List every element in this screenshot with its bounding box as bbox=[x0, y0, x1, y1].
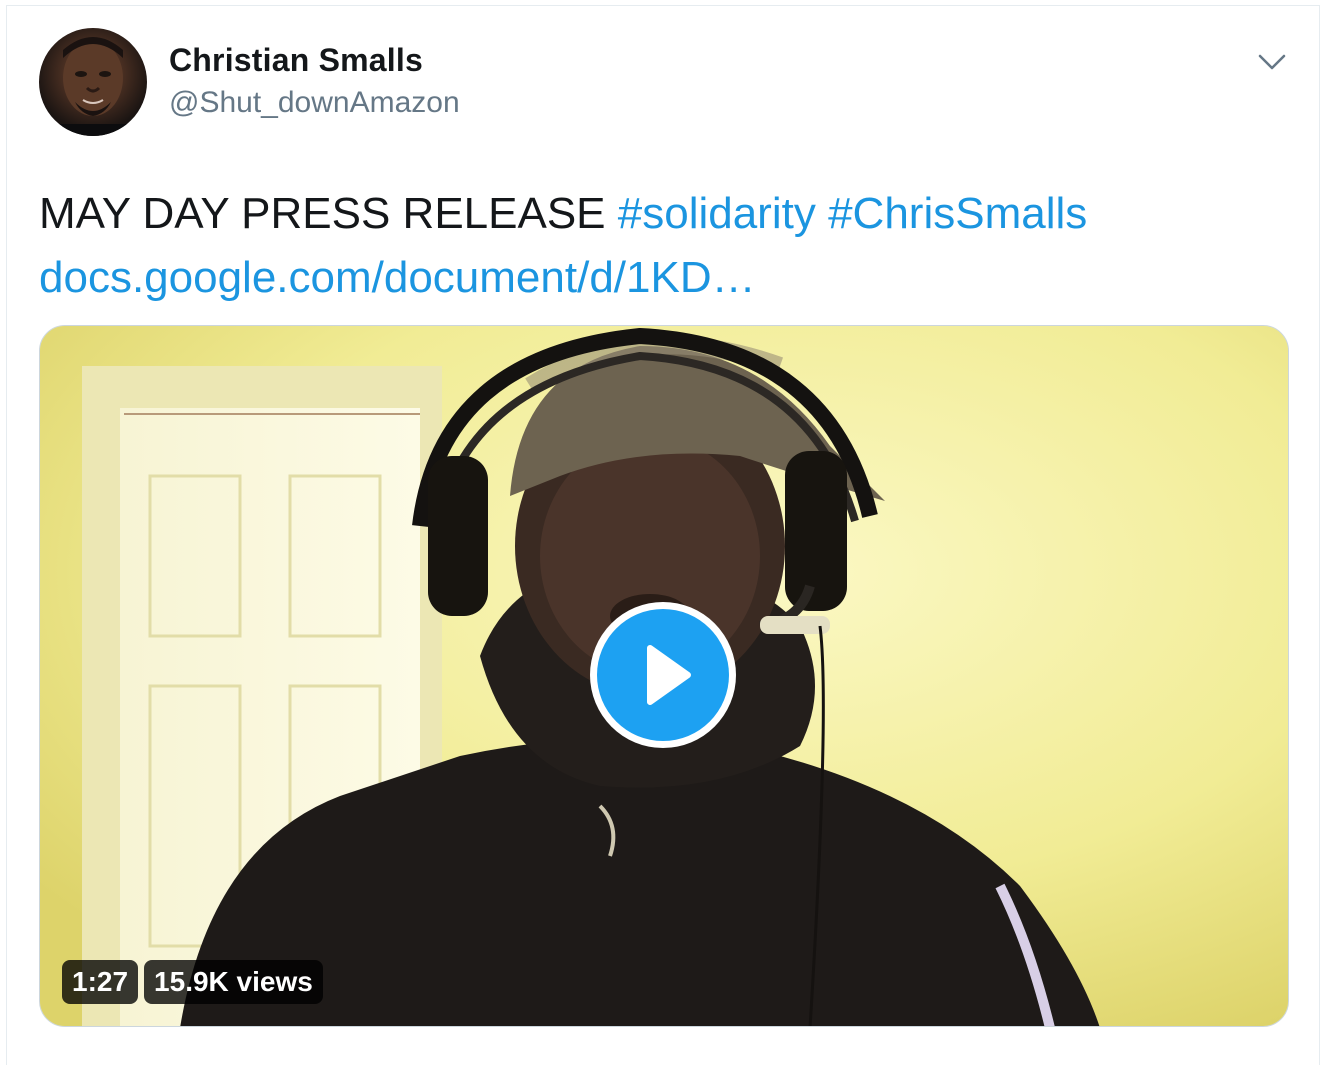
hashtag-link[interactable]: #ChrisSmalls bbox=[828, 189, 1087, 238]
author-display-name[interactable]: Christian Smalls bbox=[169, 42, 423, 79]
tweet-text: MAY DAY PRESS RELEASE #solidarity #Chris… bbox=[39, 182, 1299, 310]
hashtag-link[interactable]: #solidarity bbox=[618, 189, 816, 238]
avatar-photo bbox=[39, 37, 147, 136]
play-button[interactable] bbox=[590, 602, 736, 748]
tweet-text-plain: MAY DAY PRESS RELEASE bbox=[39, 189, 618, 238]
tweet-card[interactable]: Christian Smalls @Shut_downAmazon MAY DA… bbox=[6, 5, 1320, 1065]
video-badges: 1:27 15.9K views bbox=[62, 960, 323, 1004]
play-icon bbox=[647, 645, 691, 705]
video-views-badge: 15.9K views bbox=[144, 960, 323, 1004]
video-player[interactable]: 1:27 15.9K views bbox=[39, 325, 1289, 1027]
chevron-down-icon[interactable] bbox=[1254, 44, 1290, 80]
document-link[interactable]: docs.google.com/document/d/1KD… bbox=[39, 253, 756, 302]
avatar[interactable] bbox=[39, 28, 147, 136]
author-handle[interactable]: @Shut_downAmazon bbox=[169, 86, 460, 120]
video-duration-badge: 1:27 bbox=[62, 960, 139, 1004]
